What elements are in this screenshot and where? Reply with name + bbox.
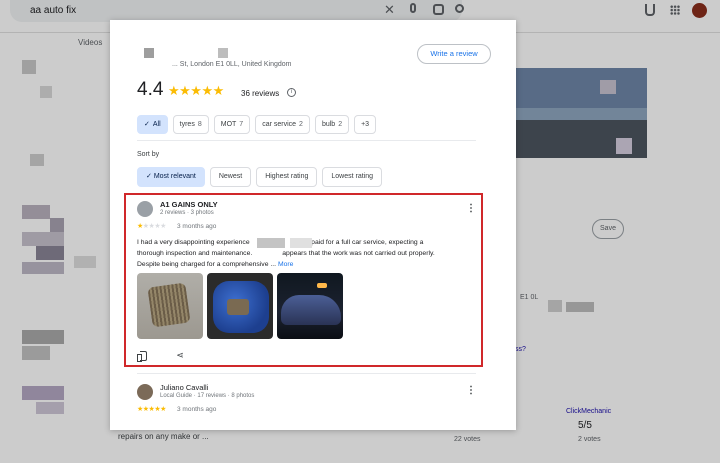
redacted-name: [218, 48, 228, 58]
reviews-dialog: ... St, London E1 0LL, United Kingdom Wr…: [110, 20, 516, 430]
redacted-name: [144, 48, 154, 58]
review-text-part: I had a very disappointing experience: [137, 239, 250, 246]
sort-highest-rating[interactable]: Highest rating: [256, 167, 318, 187]
review-text-part: Despite being charged for a comprehensiv…: [137, 261, 277, 268]
review-time: 3 months ago: [177, 223, 217, 230]
share-icon[interactable]: ⋖: [175, 350, 185, 360]
more-options-icon[interactable]: ⋮: [466, 204, 476, 214]
chip-label: All: [152, 121, 161, 128]
sort-newest[interactable]: Newest: [209, 167, 252, 187]
chip-count: 8: [197, 121, 202, 128]
reviewer-name[interactable]: Juliano Cavalli: [160, 383, 208, 392]
sort-by-label: Sort by: [137, 151, 160, 158]
chip-label: tyres: [179, 121, 195, 128]
check-icon: ✓: [146, 173, 154, 180]
review-stars: ★★★★★: [137, 222, 166, 230]
filter-chip-all[interactable]: ✓ All: [137, 115, 168, 134]
redacted-text: [257, 238, 285, 248]
sort-label: Newest: [218, 173, 243, 180]
divider: [137, 373, 476, 374]
chip-count: 2: [299, 121, 303, 128]
divider: [137, 140, 476, 141]
review-photo-car[interactable]: [277, 273, 343, 339]
average-rating: 4.4: [137, 79, 164, 100]
star-empty: ★★★★: [142, 223, 167, 230]
chip-label: bulb: [321, 121, 336, 128]
part-shape: [227, 299, 249, 315]
reviewer-meta: Local Guide · 17 reviews · 8 photos: [160, 393, 255, 399]
car-shape: [281, 295, 341, 325]
review-count: 36 reviews: [241, 89, 280, 98]
review-photo-parts-bag[interactable]: [207, 273, 273, 339]
sort-lowest-rating[interactable]: Lowest rating: [322, 167, 383, 187]
filter-chip-mot[interactable]: MOT 7: [213, 115, 251, 134]
air-filter-shape: [147, 282, 191, 328]
redacted-text: [290, 238, 312, 248]
reviewer-name[interactable]: A1 GAINS ONLY: [160, 200, 218, 209]
write-review-button[interactable]: Write a review: [417, 44, 491, 64]
review-text-part: . I paid for a full car service, expecti…: [303, 239, 424, 246]
thumbs-up-icon[interactable]: [137, 350, 147, 362]
chip-count: 2: [338, 121, 343, 128]
sort-label: Most relevant: [153, 173, 196, 180]
review-card: A1 GAINS ONLY 2 reviews · 3 photos ⋮ ★★★…: [124, 193, 483, 367]
chip-label: MOT: [220, 121, 237, 128]
rating-stars: ★★★★★: [168, 83, 224, 98]
info-icon[interactable]: i: [287, 88, 296, 97]
sort-options: ✓ Most relevant Newest Highest rating Lo…: [137, 167, 383, 187]
more-options-icon[interactable]: ⋮: [466, 386, 476, 396]
review-actions: ⋖: [137, 350, 185, 362]
check-icon: ✓: [144, 121, 150, 128]
sort-label: Lowest rating: [331, 173, 374, 180]
reviewer-meta: 2 reviews · 3 photos: [160, 210, 214, 216]
reviewer-avatar[interactable]: [137, 201, 153, 217]
more-link[interactable]: More: [278, 261, 294, 268]
review-stars: ★★★★★: [137, 405, 166, 413]
review-time: 3 months ago: [177, 406, 217, 413]
review-photos: [137, 273, 343, 339]
star-filled: ★★★★★: [137, 406, 166, 413]
topic-filter-chips: ✓ All tyres 8 MOT 7 car service 2 bulb 2 +3: [137, 115, 377, 134]
review-text-part: thorough inspection and maintenance.: [137, 250, 253, 257]
filter-chip-car-service[interactable]: car service 2: [255, 115, 310, 134]
light-shape: [317, 283, 327, 288]
sort-most-relevant[interactable]: ✓ Most relevant: [137, 167, 205, 187]
filter-chip-bulb[interactable]: bulb 2: [314, 115, 350, 134]
review-text-part: appears that the work was not carried ou…: [282, 250, 435, 257]
sort-label: Highest rating: [265, 173, 309, 180]
business-address: ... St, London E1 0LL, United Kingdom: [172, 61, 292, 68]
chip-label: +3: [361, 121, 370, 128]
filter-chip-tyres[interactable]: tyres 8: [172, 115, 209, 134]
chip-count: 7: [239, 121, 244, 128]
reviewer-avatar[interactable]: [137, 384, 153, 400]
chip-label: car service: [262, 121, 297, 128]
review-photo-filter[interactable]: [137, 273, 203, 339]
filter-chip-more[interactable]: +3: [354, 115, 377, 134]
